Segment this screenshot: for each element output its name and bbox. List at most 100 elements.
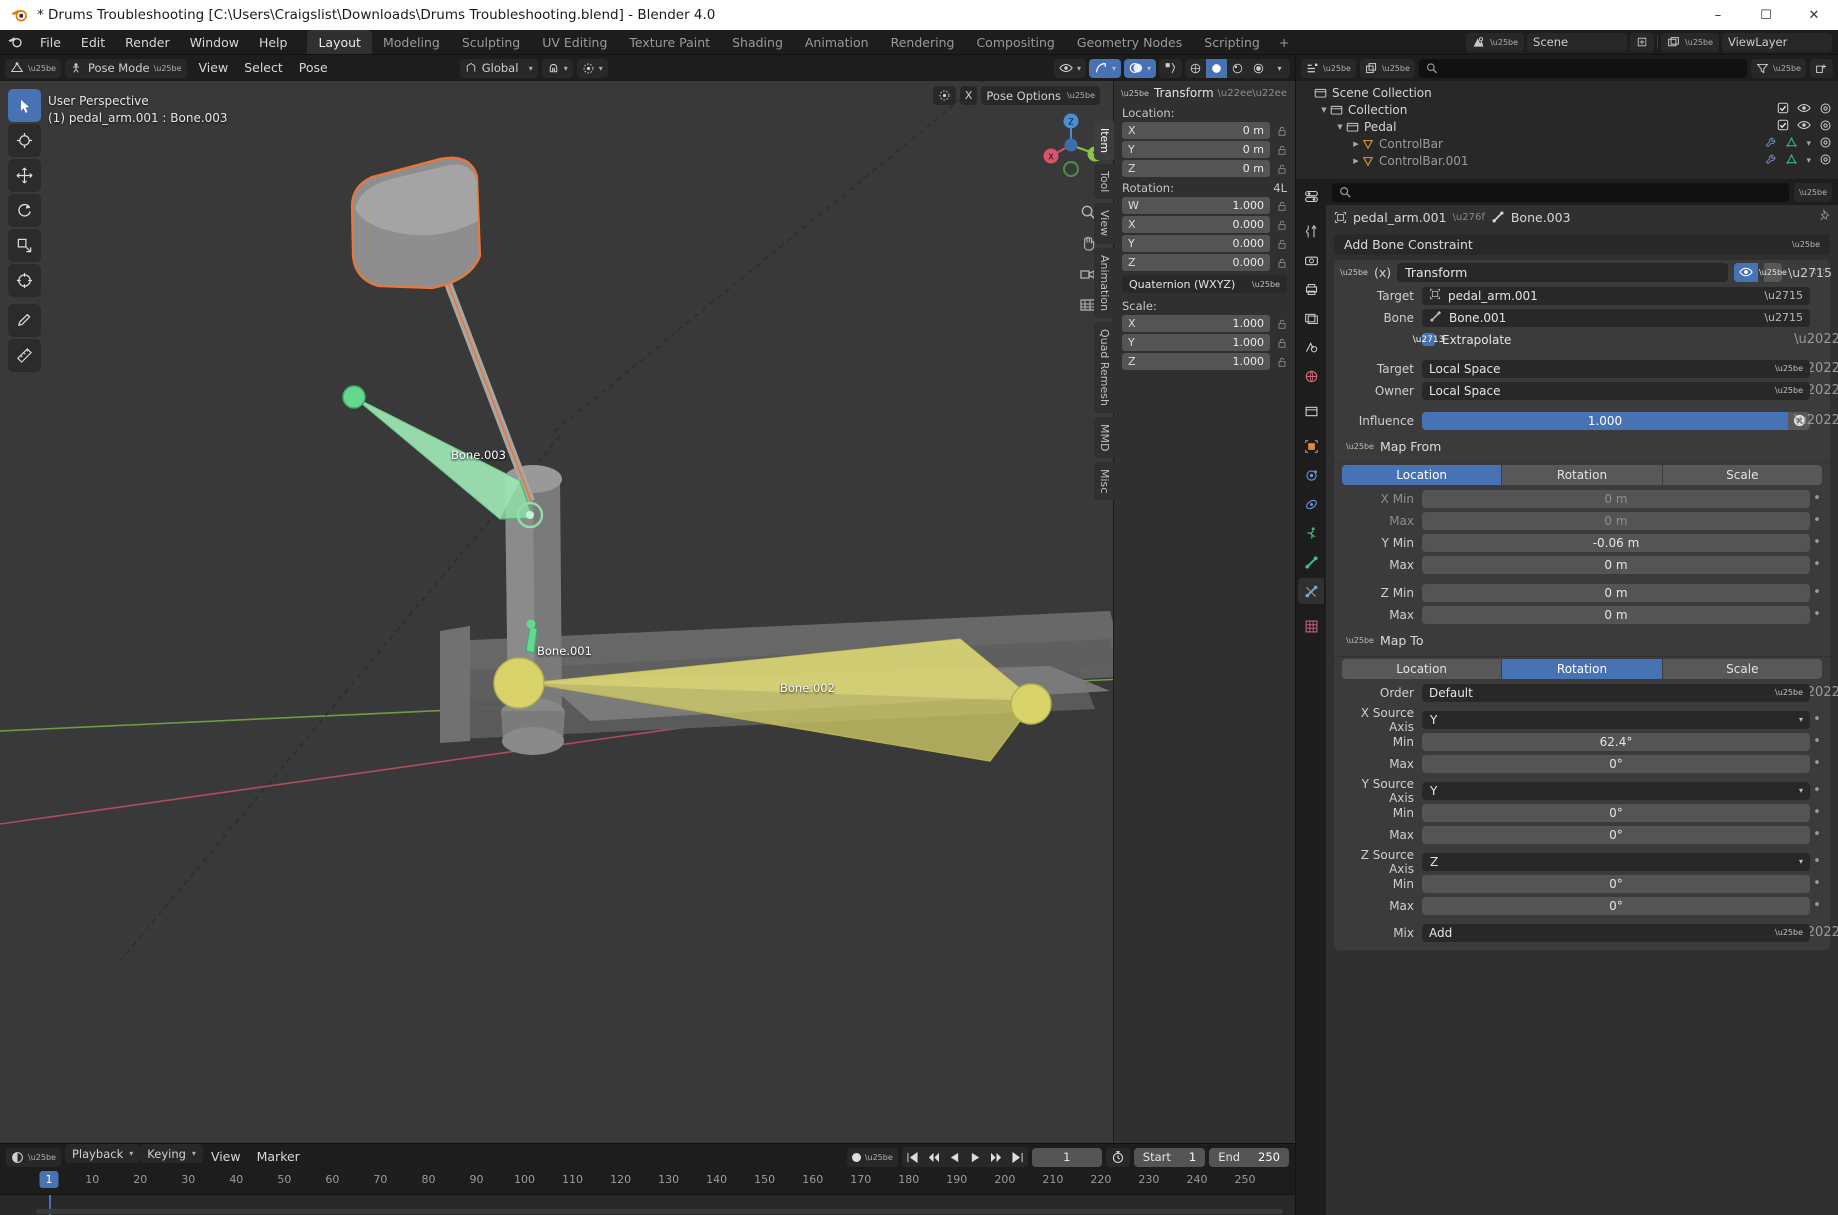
add-workspace-button[interactable]: + [1271, 30, 1297, 54]
order-dropdown[interactable]: Default \u25be [1422, 683, 1810, 702]
tool-annotate[interactable] [8, 304, 41, 337]
extrapolate-animate-dot[interactable]: \u2022 [1794, 332, 1838, 347]
n-panel-tab-animation[interactable]: Animation [1094, 247, 1114, 318]
workspace-tab-uv-editing[interactable]: UV Editing [531, 30, 618, 54]
tool-scale[interactable] [8, 229, 41, 262]
workspace-tab-rendering[interactable]: Rendering [880, 30, 966, 54]
timeline-menu-marker[interactable]: Marker [249, 1144, 308, 1170]
map-from-field-value[interactable]: 0 m [1422, 605, 1810, 624]
n-panel-tab-quad-remesh[interactable]: Quad Remesh [1094, 321, 1114, 413]
n-panel-tab-tool[interactable]: Tool [1094, 164, 1114, 200]
lock-icon[interactable] [1274, 219, 1290, 231]
editor-type-selector[interactable]: \u25be [5, 58, 61, 78]
max-field[interactable]: 0° [1422, 896, 1810, 915]
order-animate-dot[interactable]: \u2022 [1794, 685, 1838, 700]
tool-measure[interactable] [8, 339, 41, 372]
workspace-tab-scripting[interactable]: Scripting [1193, 30, 1271, 54]
mode-selector[interactable]: Pose Mode \u25be [64, 58, 187, 78]
lock-icon[interactable] [1274, 238, 1290, 250]
workspace-tab-geometry-nodes[interactable]: Geometry Nodes [1066, 30, 1193, 54]
timeline-track[interactable] [0, 1194, 1295, 1215]
overlays-dropdown[interactable]: ▾ [1123, 58, 1156, 78]
shading-rendered[interactable] [1248, 59, 1269, 78]
n-field-z[interactable]: Z 1.000 [1122, 353, 1270, 370]
n-field-y[interactable]: Y 0 m [1122, 141, 1270, 158]
animate-dot[interactable]: • [1810, 805, 1824, 820]
proportional-editing-toggle[interactable]: ▾ [576, 58, 608, 78]
camera-render-icon[interactable] [1819, 102, 1832, 115]
n-field-w[interactable]: W 1.000 [1122, 197, 1270, 214]
lock-icon[interactable] [1274, 163, 1290, 175]
owner-space-dropdown[interactable]: Local Space \u25be [1422, 381, 1810, 400]
tab-bone[interactable] [1298, 549, 1324, 575]
add-bone-constraint-button[interactable]: Add Bone Constraint \u25be [1334, 234, 1830, 255]
max-field[interactable]: 0° [1422, 754, 1810, 773]
n-field-x[interactable]: X 1.000 [1122, 315, 1270, 332]
properties-editor-type[interactable] [1298, 183, 1324, 209]
chevron-icon[interactable]: ▾ [1806, 139, 1811, 149]
animate-dot[interactable]: • [1810, 898, 1824, 913]
map-from-header[interactable]: \u25be Map From [1334, 435, 1830, 457]
source-axis-dropdown[interactable]: Y ▾ [1422, 781, 1810, 800]
tab-collection[interactable] [1298, 398, 1324, 424]
tab-render[interactable] [1298, 247, 1324, 273]
n-panel-tab-view[interactable]: View [1094, 203, 1114, 244]
constraint-drag-handle[interactable]: :::: [1810, 267, 1825, 277]
outliner-row-scene-collection[interactable]: Scene Collection [1296, 84, 1838, 101]
n-field-z[interactable]: Z 0.000 [1122, 254, 1270, 271]
topbar-blender-menu[interactable] [0, 30, 30, 54]
shading-material[interactable] [1227, 59, 1248, 78]
lock-icon[interactable] [1274, 318, 1290, 330]
end-frame-field[interactable]: End 250 [1209, 1147, 1289, 1167]
animate-dot[interactable]: • [1810, 756, 1824, 771]
breadcrumb-object[interactable]: pedal_arm.001 [1353, 210, 1447, 225]
tab-particles[interactable] [1298, 491, 1324, 517]
tab-viewlayer[interactable] [1298, 305, 1324, 331]
tab-scene[interactable] [1298, 334, 1324, 360]
constraint-name-field[interactable]: Transform [1397, 262, 1728, 282]
workspace-tab-compositing[interactable]: Compositing [965, 30, 1065, 54]
jump-start-button[interactable] [902, 1147, 923, 1167]
target-space-dropdown[interactable]: Local Space \u25be [1422, 359, 1810, 378]
animate-dot[interactable]: • [1810, 783, 1824, 798]
map-from-field-value[interactable]: 0 m [1422, 511, 1810, 530]
properties-options-dropdown[interactable]: \u25be [1794, 182, 1832, 202]
scene-selector[interactable]: \u25be [1466, 32, 1525, 52]
outliner-search-field[interactable] [1443, 61, 1741, 75]
timeline-menu-view[interactable]: View [203, 1144, 249, 1170]
expand-triangle-icon[interactable]: ▶ [1350, 140, 1362, 148]
n-field-x[interactable]: X 0 m [1122, 122, 1270, 139]
influence-animate-dot[interactable]: \u2022 [1794, 413, 1838, 428]
play-button[interactable] [965, 1147, 986, 1167]
auto-keying-toggle[interactable]: \u25be [846, 1147, 898, 1167]
maximize-button[interactable]: ☐ [1742, 0, 1790, 30]
breadcrumb-bone[interactable]: Bone.003 [1511, 210, 1571, 225]
eye-icon[interactable] [1797, 119, 1811, 131]
tab-output[interactable] [1298, 276, 1324, 302]
viewlayer-name-field[interactable]: ViewLayer [1722, 32, 1832, 52]
n-field-y[interactable]: Y 0.000 [1122, 235, 1270, 252]
source-axis-dropdown[interactable]: Z ▾ [1422, 852, 1810, 871]
topbar-menu-help[interactable]: Help [249, 30, 298, 54]
lock-icon[interactable] [1274, 257, 1290, 269]
lock-icon[interactable] [1274, 200, 1290, 212]
transform-orientation-dropdown[interactable]: Global ▾ [459, 58, 538, 78]
mix-animate-dot[interactable]: \u2022 [1794, 925, 1838, 940]
mix-dropdown[interactable]: Add \u25be [1422, 923, 1810, 942]
workspace-tab-animation[interactable]: Animation [794, 30, 880, 54]
viewport-menu-view[interactable]: View [191, 55, 237, 81]
mapto-mode-location[interactable]: Location [1342, 659, 1502, 679]
timeline-editor-type[interactable]: \u25be [6, 1147, 61, 1167]
viewport-menu-pose[interactable]: Pose [291, 55, 336, 81]
timeline-scrollbar[interactable] [36, 1209, 1283, 1214]
workspace-tab-layout[interactable]: Layout [307, 30, 372, 54]
min-field[interactable]: 62.4° [1422, 732, 1810, 751]
workspace-tab-shading[interactable]: Shading [721, 30, 794, 54]
outliner-row-controlbar[interactable]: ▶ ControlBar ▾ [1296, 135, 1838, 152]
topbar-menu-edit[interactable]: Edit [71, 30, 115, 54]
viewport-menu-select[interactable]: Select [236, 55, 291, 81]
tool-rotate[interactable] [8, 194, 41, 227]
mapfrom-mode-rotation[interactable]: Rotation [1502, 465, 1662, 485]
xray-toggle[interactable]: X [959, 86, 978, 105]
new-scene-button[interactable] [1630, 32, 1655, 52]
